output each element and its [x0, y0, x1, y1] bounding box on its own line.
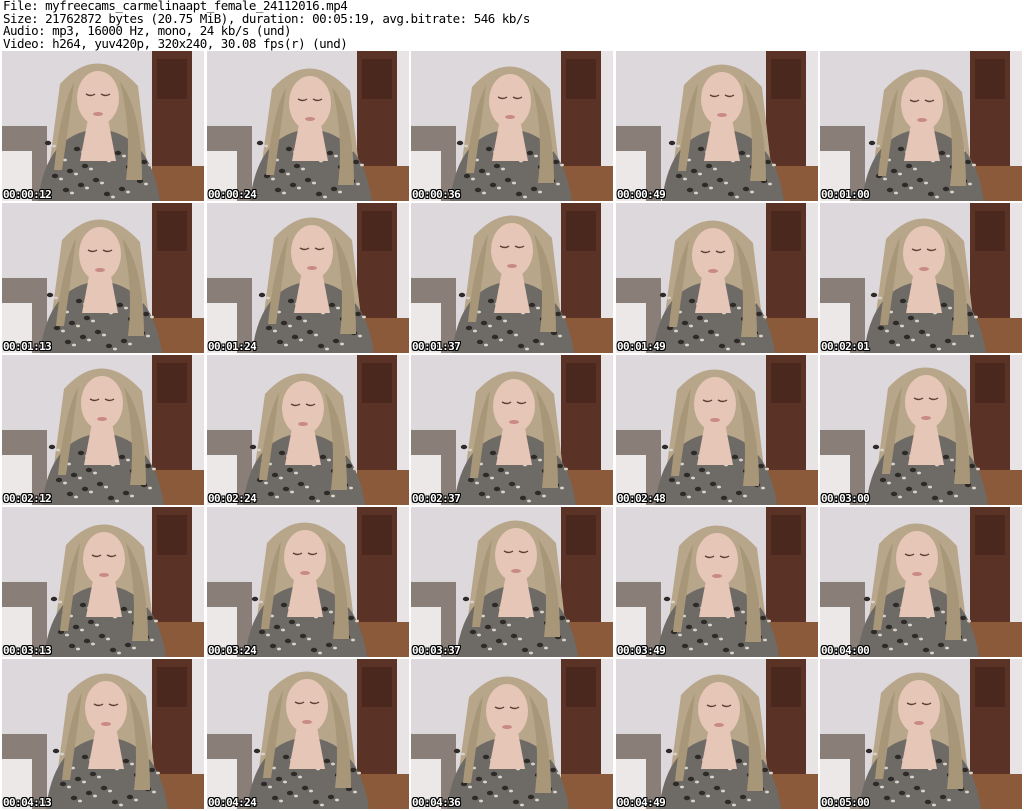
thumbnail-timestamp: 00:05:00 — [821, 796, 870, 809]
webcam-frame-image — [207, 355, 409, 505]
thumbnail-timestamp: 00:04:49 — [617, 796, 666, 809]
thumbnail-timestamp: 00:04:24 — [208, 796, 257, 809]
webcam-frame-image — [2, 203, 204, 353]
thumbnail-timestamp: 00:00:49 — [617, 188, 666, 201]
video-thumbnail: 00:00:36 — [411, 51, 613, 201]
webcam-frame-image — [820, 203, 1022, 353]
thumbnail-timestamp: 00:02:48 — [617, 492, 666, 505]
webcam-frame-image — [207, 203, 409, 353]
webcam-frame-image — [207, 659, 409, 809]
video-thumbnail: 00:00:12 — [2, 51, 204, 201]
video-thumbnail: 00:02:12 — [2, 355, 204, 505]
thumbnail-grid: 00:00:12 00:00:24 00:00:36 00:00:49 00:01:00… — [2, 51, 1022, 811]
webcam-frame-image — [2, 507, 204, 657]
video-thumbnail: 00:04:24 — [207, 659, 409, 809]
thumbnail-timestamp: 00:01:00 — [821, 188, 870, 201]
thumbnail-timestamp: 00:00:12 — [3, 188, 52, 201]
thumbnail-timestamp: 00:01:49 — [617, 340, 666, 353]
thumbnail-timestamp: 00:03:49 — [617, 644, 666, 657]
file-info: File: myfreecams_carmelinaapt_female_241… — [3, 0, 1021, 50]
video-thumbnail: 00:03:00 — [820, 355, 1022, 505]
webcam-frame-image — [207, 51, 409, 201]
webcam-frame-image — [411, 51, 613, 201]
thumbnail-timestamp: 00:01:24 — [208, 340, 257, 353]
thumbnail-timestamp: 00:00:24 — [208, 188, 257, 201]
webcam-frame-image — [207, 507, 409, 657]
video-info-line: Video: h264, yuv420p, 320x240, 30.08 fps… — [3, 35, 348, 51]
video-thumbnail: 00:03:13 — [2, 507, 204, 657]
thumbnail-timestamp: 00:01:13 — [3, 340, 52, 353]
video-thumbnail: 00:00:49 — [616, 51, 818, 201]
webcam-frame-image — [2, 659, 204, 809]
thumbnail-timestamp: 00:02:12 — [3, 492, 52, 505]
thumbnail-timestamp: 00:03:24 — [208, 644, 257, 657]
video-thumbnail: 00:00:24 — [207, 51, 409, 201]
webcam-frame-image — [616, 659, 818, 809]
video-thumbnail: 00:01:00 — [820, 51, 1022, 201]
video-thumbnail: 00:03:49 — [616, 507, 818, 657]
video-thumbnail: 00:02:37 — [411, 355, 613, 505]
webcam-frame-image — [820, 507, 1022, 657]
video-thumbnail: 00:02:01 — [820, 203, 1022, 353]
video-thumbnail: 00:05:00 — [820, 659, 1022, 809]
webcam-frame-image — [820, 51, 1022, 201]
thumbnail-timestamp: 00:02:01 — [821, 340, 870, 353]
thumbnail-timestamp: 00:03:13 — [3, 644, 52, 657]
webcam-frame-image — [820, 659, 1022, 809]
thumbnail-timestamp: 00:04:36 — [412, 796, 461, 809]
thumbnail-timestamp: 00:00:36 — [412, 188, 461, 201]
thumbnail-timestamp: 00:04:00 — [821, 644, 870, 657]
webcam-frame-image — [616, 355, 818, 505]
video-thumbnail: 00:04:49 — [616, 659, 818, 809]
webcam-frame-image — [616, 507, 818, 657]
video-thumbnail: 00:01:37 — [411, 203, 613, 353]
thumbnail-timestamp: 00:02:37 — [412, 492, 461, 505]
webcam-frame-image — [411, 355, 613, 505]
video-thumbnail: 00:04:36 — [411, 659, 613, 809]
video-thumbnail: 00:01:13 — [2, 203, 204, 353]
video-thumbnail: 00:01:24 — [207, 203, 409, 353]
video-thumbnail: 00:03:24 — [207, 507, 409, 657]
webcam-frame-image — [616, 51, 818, 201]
video-thumbnail: 00:02:24 — [207, 355, 409, 505]
webcam-frame-image — [2, 355, 204, 505]
webcam-frame-image — [820, 355, 1022, 505]
video-thumbnail: 00:04:13 — [2, 659, 204, 809]
webcam-frame-image — [2, 51, 204, 201]
webcam-frame-image — [411, 659, 613, 809]
webcam-frame-image — [411, 507, 613, 657]
thumbnail-timestamp: 00:02:24 — [208, 492, 257, 505]
video-thumbnail: 00:03:37 — [411, 507, 613, 657]
webcam-frame-image — [411, 203, 613, 353]
thumbnail-timestamp: 00:03:00 — [821, 492, 870, 505]
webcam-frame-image — [616, 203, 818, 353]
video-thumbnail: 00:04:00 — [820, 507, 1022, 657]
thumbnail-timestamp: 00:01:37 — [412, 340, 461, 353]
video-thumbnail: 00:02:48 — [616, 355, 818, 505]
thumbnail-timestamp: 00:03:37 — [412, 644, 461, 657]
thumbnail-timestamp: 00:04:13 — [3, 796, 52, 809]
video-thumbnail: 00:01:49 — [616, 203, 818, 353]
